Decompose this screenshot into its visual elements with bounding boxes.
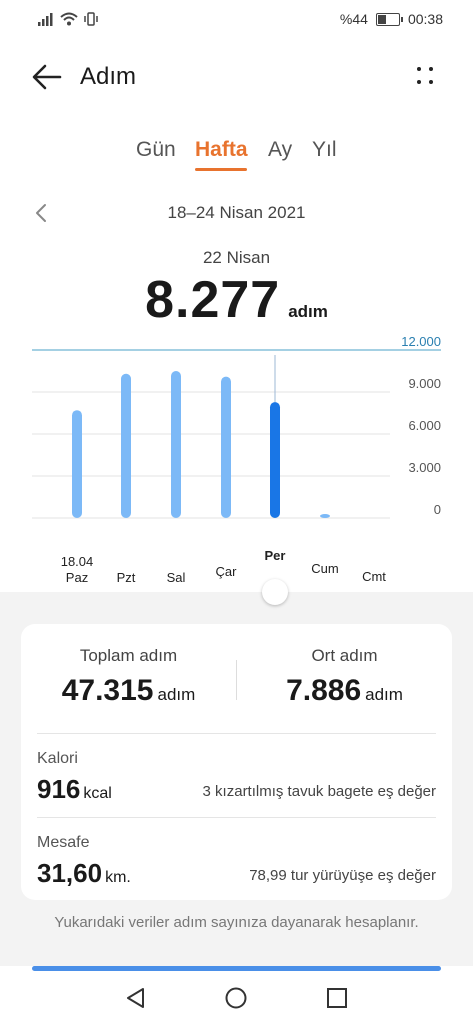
calories-value: 916 [37,774,81,804]
x-tick-label: Paz [66,570,88,585]
summary-section: Toplam adım 47.315 adım Ort adım 7.886 adı… [0,592,473,970]
bar-sal [171,371,181,518]
y-tick-label: 0 [434,502,441,517]
wifi-icon [60,12,78,26]
y-tick-label: 6.000 [408,418,441,433]
bar-pzt [121,373,131,518]
y-tick-label: 3.000 [408,460,441,475]
x-tick-label: Cum [311,561,338,576]
divider [37,817,436,818]
scroll-progress [32,966,441,971]
x-tick-label: Per [265,548,286,563]
total-steps-unit: adım [157,685,196,704]
distance-value: 31,60 [37,858,103,888]
total-steps-value: 47.315 [61,674,154,707]
signal-icon [38,12,53,26]
calories-equivalent: 3 kızartılmış tavuk bagete eş değer [202,783,436,800]
distance-equivalent: 78,99 tur yürüyüşe eş değer [249,867,436,884]
selected-steps: 8.277 adım [0,270,473,330]
nav-recents-icon[interactable] [325,986,349,1010]
clock: 00:38 [407,11,443,27]
nav-back-icon[interactable] [124,986,148,1010]
battery-icon [375,12,403,26]
total-steps: Toplam adım 47.315 adım [21,646,236,708]
date-range: 18–24 Nisan 2021 [167,203,306,222]
average-steps-value: 7.886 [286,674,362,707]
distance-unit: km. [105,869,131,886]
tab-week[interactable]: Hafta [195,138,248,162]
calories-row: Kalori 916 kcal 3 kızartılmış tavuk baget… [37,750,436,805]
battery-percent: %44 [339,11,368,27]
y-tick-label: 9.000 [408,376,441,391]
navigation-bar [0,966,473,1024]
selected-steps-unit: adım [288,302,328,321]
data-note: Yukarıdaki veriler adım sayınıza dayanar… [54,914,419,931]
calories-unit: kcal [83,785,112,802]
bar-cum [320,514,330,518]
x-tick-label: Sal [167,570,186,585]
steps-chart[interactable]: 0 3.000 6.000 9.000 12.000 Paz Pzt Sal Çar Per Cum… [0,330,473,592]
status-bar: %44 00:38 [0,0,473,40]
average-steps-unit: adım [365,685,403,704]
x-tick-label: Çar [216,564,238,579]
y-tick-label: 12.000 [401,334,441,349]
divider [37,733,436,734]
average-steps-label: Ort adım [311,646,378,665]
calories-label: Kalori [37,750,78,767]
vibrate-icon [84,12,98,26]
nav-home-icon[interactable] [224,986,248,1010]
chevron-left-icon[interactable] [34,203,48,223]
x-tick-label: Pzt [117,570,136,585]
summary-card: Toplam adım 47.315 adım Ort adım 7.886 adı… [21,624,452,900]
chart-selector-handle[interactable] [262,579,288,605]
bar-paz [72,410,82,518]
distance-label: Mesafe [37,834,90,851]
tab-year[interactable]: Yıl [312,138,337,162]
selected-date: 22 Nisan [202,248,271,267]
x-tick-label: Cmt [362,569,386,584]
bar-çar [221,376,231,518]
selected-steps-value: 8.277 [145,271,281,329]
distance-row: Mesafe 31,60 km. 78,99 tur yürüyüşe eş de… [37,834,436,889]
tab-day[interactable]: Gün [136,138,176,162]
total-steps-label: Toplam adım [79,646,178,665]
tab-month[interactable]: Ay [268,138,292,162]
page-title: Adım [80,63,137,90]
app-bar: Adım [0,58,473,98]
first-date-label: 18.04 [61,554,94,569]
tab-underline [195,168,247,171]
average-steps: Ort adım 7.886 adım [237,646,452,708]
more-icon[interactable] [415,64,437,88]
back-arrow-icon[interactable] [30,62,64,92]
bar-per [270,402,280,518]
